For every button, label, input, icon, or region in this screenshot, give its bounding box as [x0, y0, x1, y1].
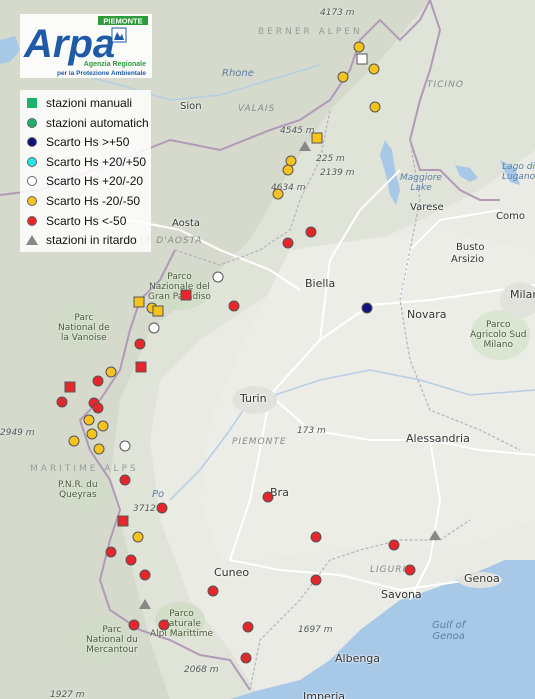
- station-marker-delayed[interactable]: [429, 530, 441, 540]
- station-marker-automatic[interactable]: [282, 164, 294, 176]
- legend-item: stazioni automatich: [26, 114, 149, 132]
- logo-subtitle-1: Agenzia Regionale: [84, 61, 146, 68]
- station-marker-automatic[interactable]: [158, 619, 170, 631]
- station-marker-automatic[interactable]: [240, 652, 252, 664]
- station-marker-manual[interactable]: [64, 381, 76, 393]
- snow-station-map[interactable]: BERNER ALPEN 4173 m TICINO Rhone Sion VA…: [0, 0, 535, 699]
- station-marker-automatic[interactable]: [83, 414, 95, 426]
- legend-circle-icon: [26, 117, 38, 129]
- city-area: [233, 386, 277, 414]
- legend-label: Scarto Hs +20/+50: [46, 154, 147, 169]
- park-area: [64, 477, 112, 513]
- park-area: [68, 616, 132, 664]
- station-marker-automatic[interactable]: [369, 101, 381, 113]
- legend-circle-icon: [26, 156, 38, 168]
- legend-item: Scarto Hs -20/-50: [26, 192, 140, 210]
- legend-circle-icon: [26, 175, 38, 187]
- station-marker-automatic[interactable]: [207, 585, 219, 597]
- station-marker-automatic[interactable]: [148, 322, 160, 334]
- legend-circle-icon: [26, 136, 38, 148]
- station-marker-automatic[interactable]: [353, 41, 365, 53]
- station-marker-manual[interactable]: [133, 296, 145, 308]
- station-marker-manual[interactable]: [311, 132, 323, 144]
- station-marker-automatic[interactable]: [368, 63, 380, 75]
- station-marker-automatic[interactable]: [337, 71, 349, 83]
- logo-wordmark: Arpa: [23, 22, 115, 66]
- legend-label: Scarto Hs <-50: [46, 213, 127, 228]
- station-marker-delayed[interactable]: [299, 141, 311, 151]
- station-marker-automatic[interactable]: [128, 619, 140, 631]
- station-marker-automatic[interactable]: [388, 539, 400, 551]
- station-marker-automatic[interactable]: [92, 375, 104, 387]
- map-legend: stazioni manuali stazioni automatich Scart…: [20, 90, 151, 252]
- legend-item: Scarto Hs +20/+50: [26, 153, 146, 171]
- station-marker-automatic[interactable]: [262, 491, 274, 503]
- station-marker-manual[interactable]: [117, 515, 129, 527]
- station-marker-automatic[interactable]: [212, 271, 224, 283]
- station-marker-manual[interactable]: [180, 289, 192, 301]
- legend-item: Scarto Hs <-50: [26, 212, 126, 230]
- station-marker-automatic[interactable]: [97, 420, 109, 432]
- station-marker-automatic[interactable]: [105, 366, 117, 378]
- station-marker-automatic[interactable]: [93, 443, 105, 455]
- legend-item: Scarto Hs >+50: [26, 133, 129, 151]
- legend-label: stazioni automatich: [46, 115, 149, 130]
- legend-square-icon: [26, 97, 38, 109]
- station-marker-automatic[interactable]: [105, 546, 117, 558]
- station-marker-automatic[interactable]: [132, 531, 144, 543]
- station-marker-delayed[interactable]: [139, 599, 151, 609]
- station-marker-automatic[interactable]: [68, 435, 80, 447]
- logo-subtitle-2: per la Protezione Ambientale: [57, 70, 146, 77]
- station-marker-automatic[interactable]: [305, 226, 317, 238]
- legend-triangle-icon: [26, 234, 38, 246]
- station-marker-automatic[interactable]: [92, 402, 104, 414]
- station-marker-automatic[interactable]: [56, 396, 68, 408]
- legend-label: stazioni in ritardo: [46, 233, 137, 248]
- logo-emblem: [111, 27, 127, 43]
- station-marker-manual[interactable]: [135, 361, 147, 373]
- legend-label: Scarto Hs >+50: [46, 135, 130, 150]
- station-marker-automatic[interactable]: [228, 300, 240, 312]
- station-marker-manual[interactable]: [356, 53, 368, 65]
- station-marker-automatic[interactable]: [310, 531, 322, 543]
- station-marker-automatic[interactable]: [272, 188, 284, 200]
- arpa-logo-graphic: PIEMONTE Arpa Agenzia Regionale per la P…: [20, 14, 152, 78]
- station-marker-automatic[interactable]: [361, 302, 373, 314]
- station-marker-manual[interactable]: [152, 305, 164, 317]
- legend-item: Scarto Hs +20/-20: [26, 172, 143, 190]
- legend-circle-icon: [26, 215, 38, 227]
- station-marker-automatic[interactable]: [156, 502, 168, 514]
- legend-item: stazioni in ritardo: [26, 231, 137, 249]
- station-marker-automatic[interactable]: [119, 474, 131, 486]
- station-marker-automatic[interactable]: [119, 440, 131, 452]
- station-marker-automatic[interactable]: [242, 621, 254, 633]
- station-marker-automatic[interactable]: [310, 574, 322, 586]
- park-area: [52, 299, 108, 351]
- legend-label: stazioni manuali: [46, 96, 133, 110]
- legend-item: stazioni manuali: [26, 94, 132, 112]
- station-marker-automatic[interactable]: [134, 338, 146, 350]
- station-marker-automatic[interactable]: [139, 569, 151, 581]
- station-marker-automatic[interactable]: [86, 428, 98, 440]
- station-marker-automatic[interactable]: [125, 554, 137, 566]
- city-area: [458, 572, 502, 588]
- legend-circle-icon: [26, 195, 38, 207]
- legend-label: Scarto Hs -20/-50: [46, 194, 141, 208]
- station-marker-automatic[interactable]: [404, 564, 416, 576]
- station-marker-automatic[interactable]: [282, 237, 294, 249]
- legend-label: Scarto Hs +20/-20: [46, 174, 144, 189]
- arpa-piemonte-logo: PIEMONTE Arpa Agenzia Regionale per la P…: [20, 14, 152, 78]
